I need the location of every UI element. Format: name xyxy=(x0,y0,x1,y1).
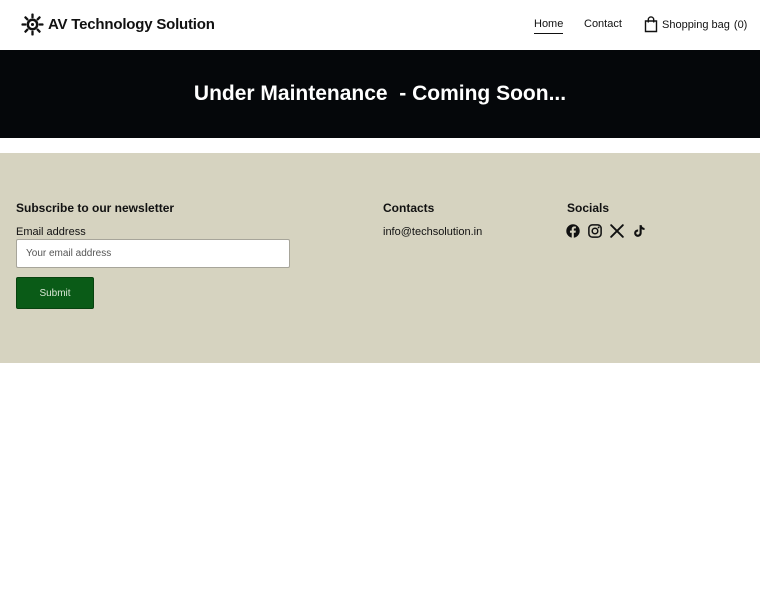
maintenance-banner: Under Maintenance - Coming Soon... xyxy=(0,50,760,138)
socials-title: Socials xyxy=(567,201,610,215)
site-header: AV Technology Solution Home Contact Shop… xyxy=(0,0,760,50)
facebook-link[interactable] xyxy=(566,224,588,238)
tiktok-icon xyxy=(634,225,645,237)
x-icon xyxy=(610,224,624,238)
instagram-link[interactable] xyxy=(588,224,610,238)
nav-home[interactable]: Home xyxy=(534,18,564,34)
email-label: Email address xyxy=(16,226,86,238)
shopping-bag-link[interactable]: Shopping bag (0) xyxy=(644,16,747,33)
site-footer: Subscribe to our newsletter Email addres… xyxy=(0,153,760,363)
x-link[interactable] xyxy=(610,224,632,238)
social-links xyxy=(566,224,654,238)
gear-logo-icon xyxy=(21,13,44,36)
email-field[interactable] xyxy=(16,239,290,268)
tiktok-link[interactable] xyxy=(632,224,654,238)
shopping-bag-icon xyxy=(644,16,658,33)
submit-button[interactable]: Submit xyxy=(16,277,94,309)
instagram-icon xyxy=(588,224,602,238)
nav-contact[interactable]: Contact xyxy=(584,18,622,30)
brand-name: AV Technology Solution xyxy=(48,16,215,33)
shopping-bag-label: Shopping bag xyxy=(662,18,730,31)
banner-heading: Under Maintenance - Coming Soon... xyxy=(193,82,567,105)
contacts-title: Contacts xyxy=(383,201,435,215)
contact-email-link[interactable]: info@techsolution.in xyxy=(383,226,482,238)
newsletter-title: Subscribe to our newsletter xyxy=(16,201,175,215)
facebook-icon xyxy=(566,224,580,238)
brand-logo[interactable]: AV Technology Solution xyxy=(21,13,215,36)
shopping-bag-count: (0) xyxy=(733,18,748,31)
